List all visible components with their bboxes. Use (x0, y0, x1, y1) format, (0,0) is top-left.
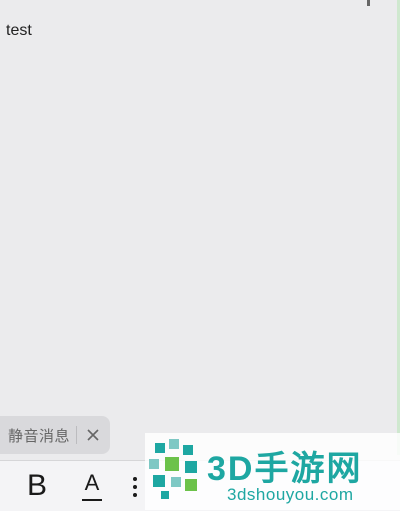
editor-screen: test 静音消息 B A 3D手游网 3dshouyou.com (0, 0, 400, 511)
toast-label: 静音消息 (8, 427, 71, 445)
text-color-underline (82, 499, 102, 501)
watermark: 3D手游网 3dshouyou.com (145, 433, 400, 510)
top-divider (367, 0, 370, 6)
watermark-url: 3dshouyou.com (227, 485, 354, 504)
close-icon[interactable] (83, 425, 103, 445)
toast-divider (76, 426, 78, 444)
bold-button[interactable]: B (24, 469, 50, 503)
editor-body-text[interactable]: test (6, 22, 32, 40)
text-color-button[interactable]: A (80, 469, 104, 503)
text-color-label: A (84, 470, 100, 495)
mute-message-toast: 静音消息 (0, 416, 110, 454)
watermark-logo-icon (149, 439, 197, 499)
watermark-title: 3D手游网 (207, 450, 363, 488)
